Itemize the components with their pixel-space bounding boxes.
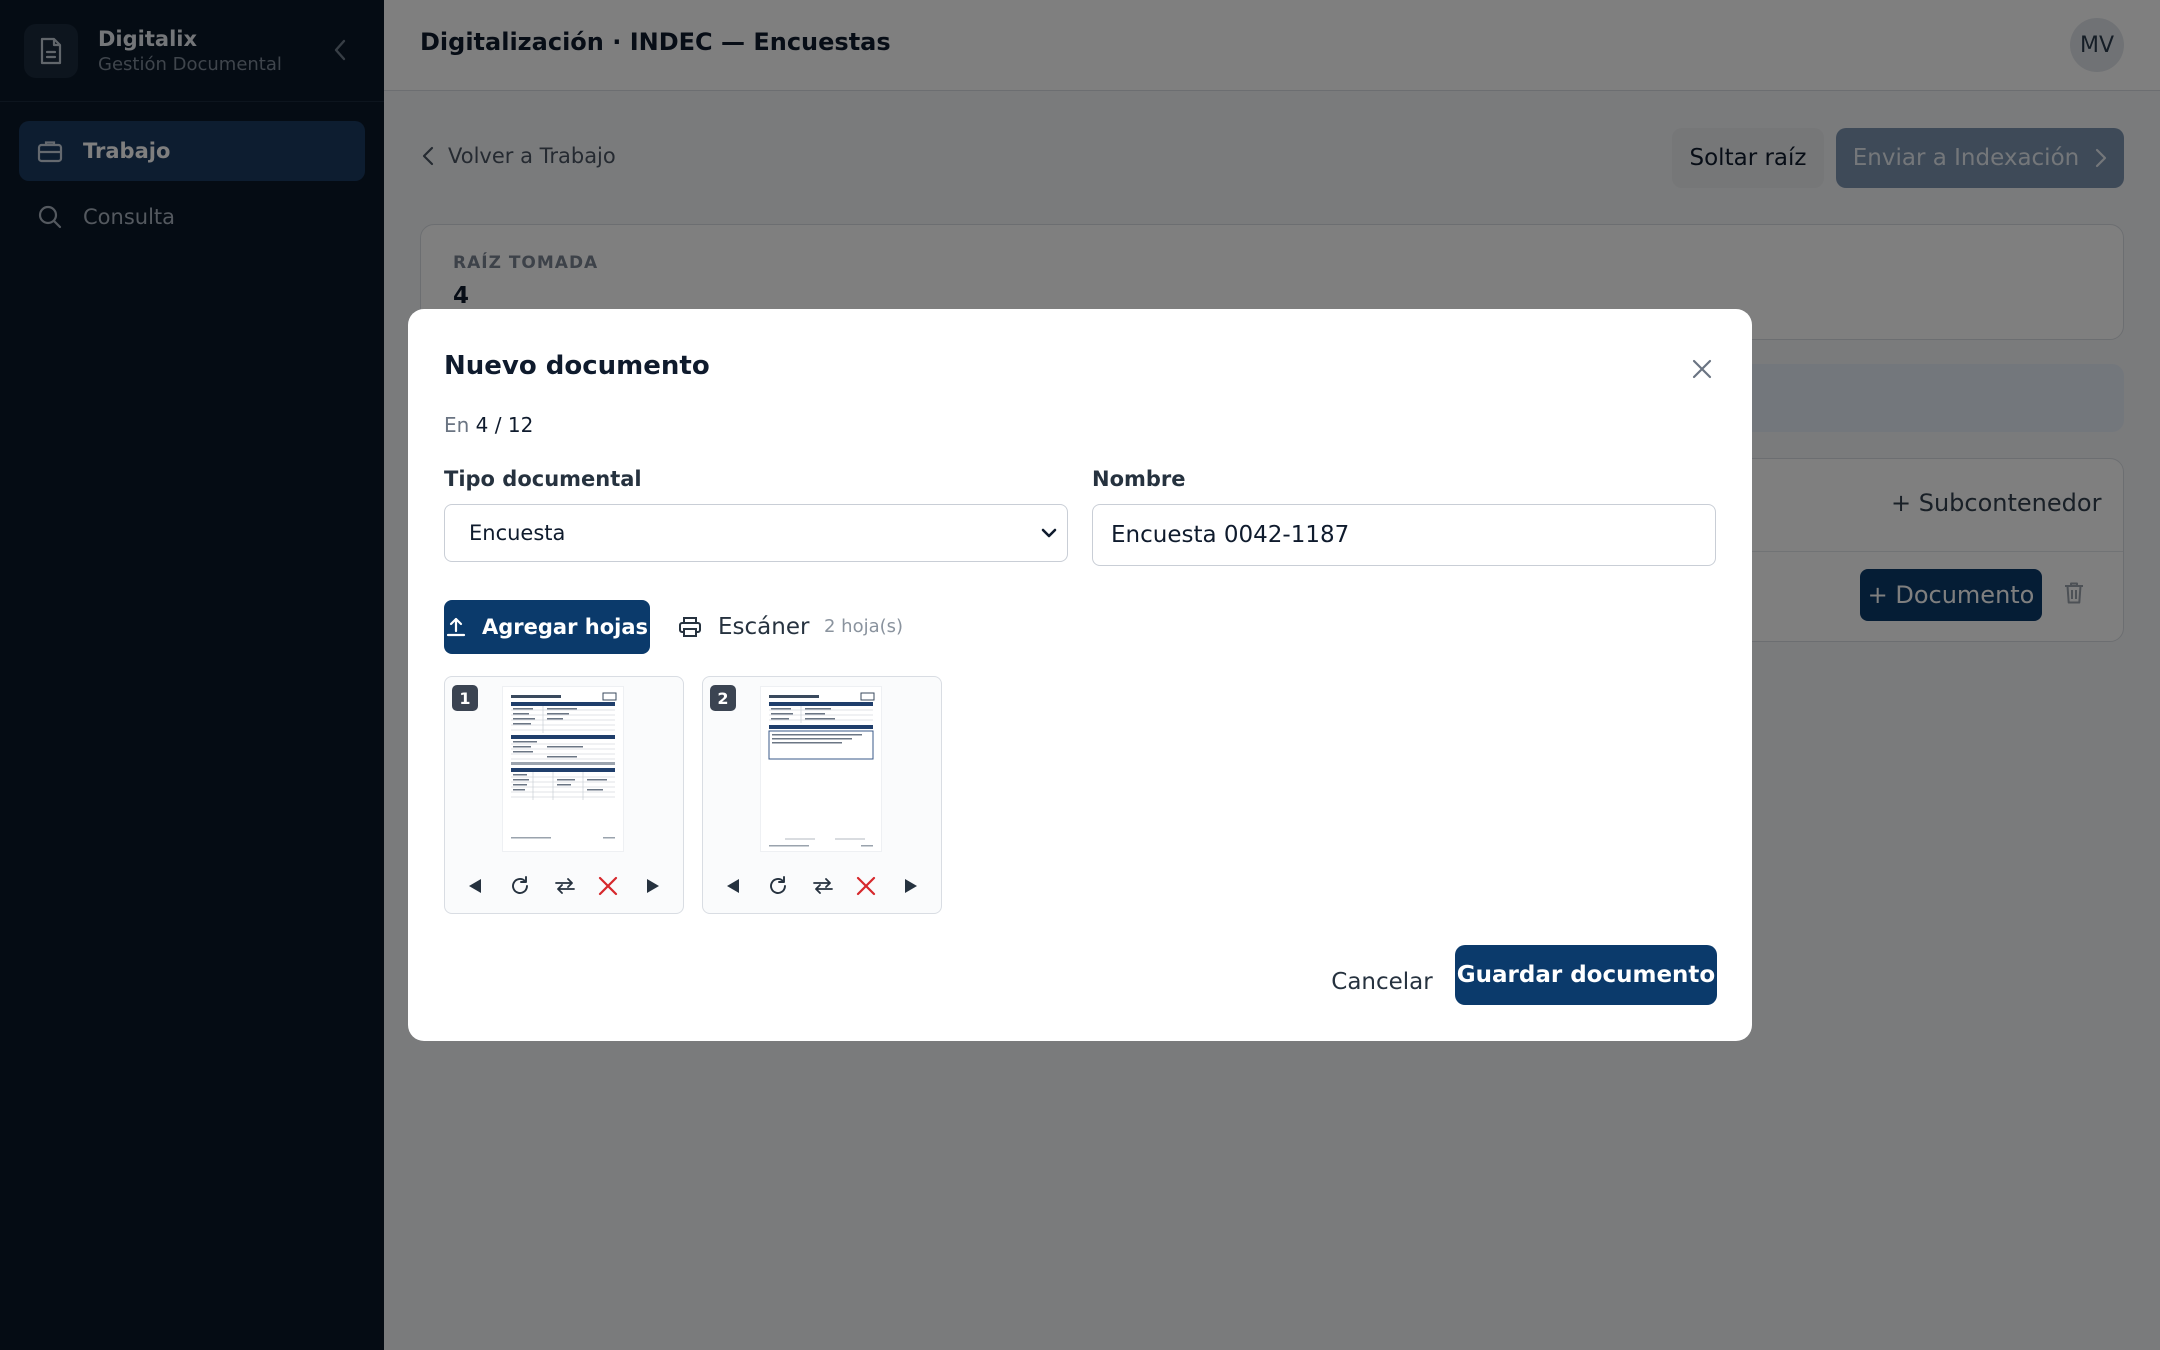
modal-location: En 4 / 12: [444, 413, 533, 437]
upload-icon: [446, 617, 466, 637]
cancel-button[interactable]: Cancelar: [1320, 961, 1444, 1003]
page-number-badge: 1: [452, 685, 478, 711]
close-icon: [598, 876, 618, 896]
move-right-button[interactable]: [898, 873, 924, 899]
swap-button[interactable]: [810, 873, 836, 899]
triangle-left-icon: [727, 879, 739, 893]
triangle-right-icon: [905, 879, 917, 893]
chevron-down-icon: [1041, 528, 1057, 538]
nombre-input[interactable]: Encuesta 0042-1187: [1092, 504, 1716, 566]
thumbnail-toolbar: [703, 873, 941, 899]
location-path: 4 / 12: [475, 413, 534, 437]
close-icon: [1692, 359, 1712, 379]
escaner-label: Escáner: [718, 614, 810, 640]
agregar-hojas-button[interactable]: Agregar hojas: [444, 600, 650, 654]
save-document-button[interactable]: Guardar documento: [1455, 945, 1717, 1005]
escaner-button[interactable]: Escáner: [678, 606, 809, 648]
location-prefix: En: [444, 413, 470, 437]
close-button[interactable]: [1686, 353, 1718, 385]
close-icon: [856, 876, 876, 896]
rotate-icon: [512, 876, 528, 894]
rotate-icon: [770, 876, 786, 894]
move-left-button[interactable]: [462, 873, 488, 899]
page-thumbnail-1[interactable]: 1: [444, 676, 684, 914]
modal-title: Nuevo documento: [444, 351, 710, 381]
page-thumbnail-2[interactable]: 2: [702, 676, 942, 914]
rotate-button[interactable]: [765, 873, 791, 899]
page-preview-image: [761, 687, 881, 851]
sheet-count: 2 hoja(s): [824, 616, 904, 637]
swap-icon: [813, 878, 833, 894]
page-number-badge: 2: [710, 685, 736, 711]
triangle-right-icon: [647, 879, 659, 893]
new-document-modal: Nuevo documento En 4 / 12 Tipo documenta…: [408, 309, 1752, 1041]
nombre-label: Nombre: [1092, 467, 1186, 491]
tipo-documental-value: Encuesta: [469, 521, 566, 545]
tipo-documental-label: Tipo documental: [444, 467, 642, 491]
move-left-button[interactable]: [720, 873, 746, 899]
swap-button[interactable]: [552, 873, 578, 899]
tipo-documental-select[interactable]: Encuesta: [444, 504, 1068, 562]
move-right-button[interactable]: [640, 873, 666, 899]
delete-page-button[interactable]: [853, 873, 879, 899]
triangle-left-icon: [469, 879, 481, 893]
printer-icon: [679, 617, 701, 637]
swap-icon: [555, 878, 575, 894]
agregar-hojas-label: Agregar hojas: [481, 615, 648, 639]
delete-page-button[interactable]: [595, 873, 621, 899]
page-preview-image: [503, 687, 623, 851]
thumbnail-toolbar: [445, 873, 683, 899]
rotate-button[interactable]: [507, 873, 533, 899]
